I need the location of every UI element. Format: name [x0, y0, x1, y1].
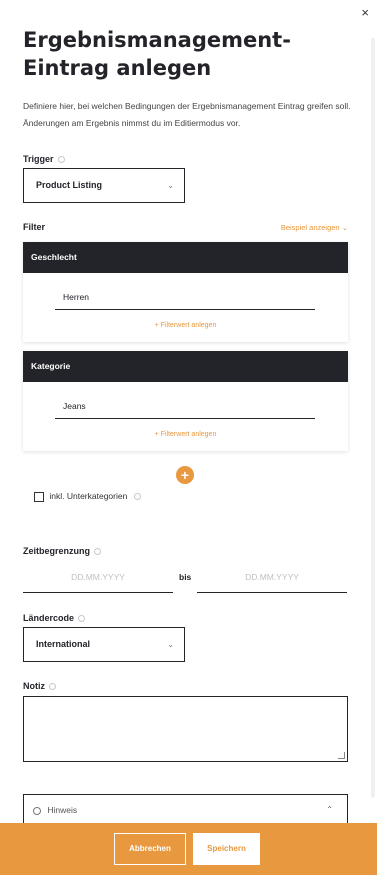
info-icon: [33, 806, 41, 815]
time-limit-label-row: Zeitbegrenzung: [23, 546, 101, 556]
add-filter-value-label: Filterwert anlegen: [160, 322, 217, 329]
add-filter-group-button[interactable]: +: [176, 466, 194, 484]
save-button[interactable]: Speichern: [193, 833, 260, 865]
filter-label: Filter: [23, 222, 46, 232]
date-from-input[interactable]: DD.MM.YYYY: [23, 566, 173, 593]
add-filter-value-button[interactable]: + Filterwert anlegen: [23, 431, 348, 438]
date-to-input[interactable]: DD.MM.YYYY: [197, 566, 347, 593]
info-icon[interactable]: [133, 493, 141, 501]
filter-group-title: Kategorie: [23, 351, 348, 382]
country-code-select-value: International: [36, 639, 91, 649]
show-example-label: Beispiel anzeigen: [280, 223, 340, 232]
country-code-label: Ländercode: [23, 613, 75, 623]
resize-handle-icon[interactable]: [338, 752, 345, 759]
description: Definiere hier, bei welchen Bedingungen …: [23, 101, 351, 128]
filter-group-title: Geschlecht: [23, 242, 348, 273]
trigger-select[interactable]: Product Listing ⌄: [23, 168, 185, 203]
subcategories-checkbox[interactable]: [34, 491, 44, 502]
chevron-down-icon: ⌄: [167, 640, 174, 649]
filter-value-field[interactable]: Jeans: [55, 401, 315, 419]
hint-label: Hinweis: [47, 805, 78, 815]
plus-icon: +: [154, 431, 159, 438]
note-textarea[interactable]: [23, 696, 348, 762]
trigger-label: Trigger: [23, 154, 54, 164]
subcategories-row: inkl. Unterkategorien: [34, 491, 141, 502]
info-icon[interactable]: [94, 548, 101, 556]
date-separator: bis: [179, 572, 192, 582]
show-example-link[interactable]: Beispiel anzeigen ⌄: [281, 223, 348, 232]
info-icon[interactable]: [57, 156, 65, 164]
note-label-row: Notiz: [23, 681, 56, 691]
trigger-label-row: Trigger: [23, 154, 65, 164]
page-title: Ergebnismanagement-Eintrag anlegen: [23, 28, 291, 80]
cancel-button[interactable]: Abbrechen: [114, 833, 186, 865]
subcategories-label: inkl. Unterkategorien: [49, 491, 128, 501]
country-code-label-row: Ländercode: [23, 613, 86, 623]
note-label: Notiz: [23, 681, 45, 691]
add-filter-value-label: Filterwert anlegen: [160, 431, 217, 438]
trigger-select-value: Product Listing: [36, 180, 102, 190]
add-filter-value-button[interactable]: + Filterwert anlegen: [23, 322, 348, 329]
dialog-content: Ergebnismanagement-Eintrag anlegen Defin…: [0, 0, 377, 825]
chevron-up-icon: ⌃: [326, 805, 333, 814]
hint-accordion[interactable]: Hinweis ⌃: [23, 794, 348, 825]
info-icon[interactable]: [78, 615, 86, 623]
filter-group-category: Kategorie Jeans + Filterwert anlegen: [23, 351, 348, 451]
info-icon[interactable]: [49, 683, 56, 691]
footer-bar: Abbrechen Speichern: [0, 823, 377, 875]
chevron-down-icon: ⌄: [341, 223, 348, 232]
filter-value-field[interactable]: Herren: [55, 292, 315, 310]
filter-group-gender: Geschlecht Herren + Filterwert anlegen: [23, 242, 348, 342]
country-code-select[interactable]: International ⌄: [23, 627, 185, 662]
chevron-down-icon: ⌄: [167, 181, 174, 190]
time-limit-label: Zeitbegrenzung: [23, 546, 90, 556]
plus-icon: +: [154, 322, 159, 329]
